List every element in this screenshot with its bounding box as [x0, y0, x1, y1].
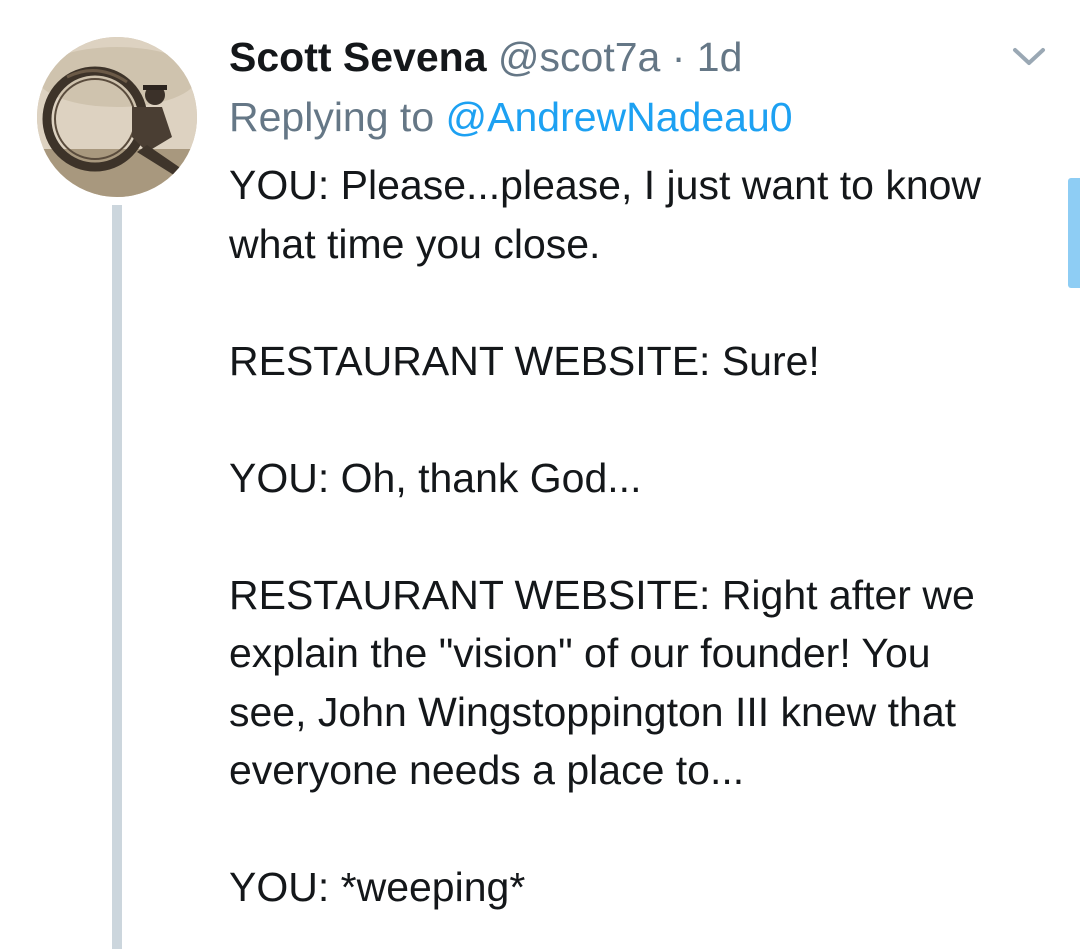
tweet-line: see, John Wingstoppington III knew that	[229, 688, 957, 735]
reply-mention-link[interactable]: @AndrewNadeau0	[446, 94, 793, 140]
tweet-line: explain the "vision" of our founder! You	[229, 630, 931, 676]
avatar-image	[37, 37, 197, 197]
tweet-card[interactable]: Scott Sevena @scot7a · 1d Replying to @A…	[0, 0, 1080, 949]
tweet-line: RESTAURANT WEBSITE: Right after we	[229, 571, 975, 618]
chevron-down-icon[interactable]	[1007, 41, 1051, 71]
tweet-text: YOU: Please...please, I just want to kno…	[229, 156, 1049, 917]
reply-context: Replying to @AndrewNadeau0	[229, 90, 793, 144]
avatar[interactable]	[37, 37, 197, 197]
tweet-line: YOU: Please...please, I just want to kno…	[229, 162, 982, 208]
author-name[interactable]: Scott Sevena	[229, 34, 487, 80]
tweet-line: RESTAURANT WEBSITE: Sure!	[229, 337, 820, 384]
tweet-line: YOU: *weeping*	[229, 864, 526, 910]
tweet-line: what time you close.	[229, 220, 601, 267]
author-handle[interactable]: @scot7a	[498, 34, 660, 80]
timestamp[interactable]: 1d	[697, 34, 743, 80]
scroll-indicator[interactable]	[1068, 178, 1080, 288]
separator-dot: ·	[671, 34, 686, 80]
thread-connector-line	[112, 205, 122, 949]
tweet-line: everyone needs a place to...	[229, 747, 745, 793]
tweet-header: Scott Sevena @scot7a · 1d	[229, 30, 742, 84]
reply-prefix: Replying to	[229, 94, 435, 140]
tweet-line: YOU: Oh, thank God...	[229, 454, 642, 501]
